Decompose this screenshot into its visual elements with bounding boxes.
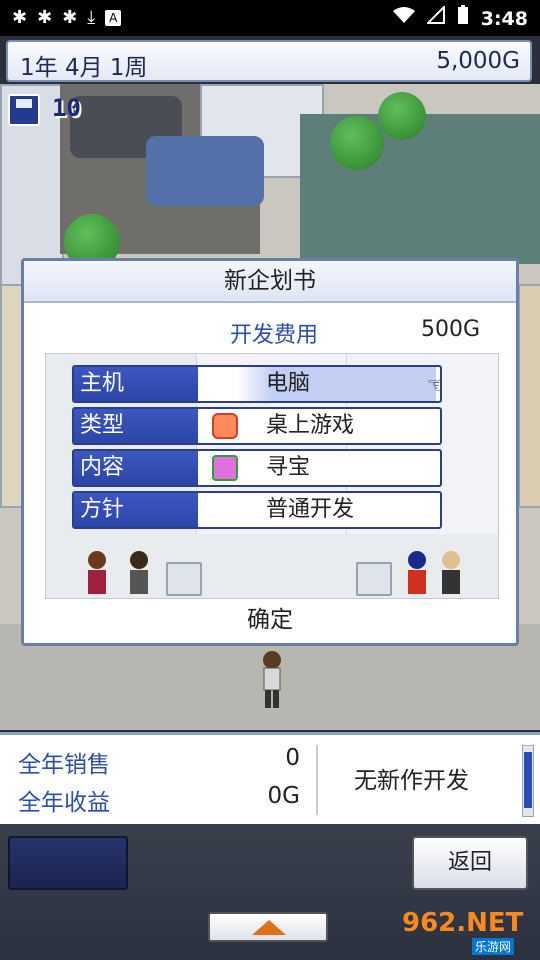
download-icon: ⤓ [87, 7, 96, 28]
top-info-bar: 1年 4月 1周 5,000G [6, 40, 532, 82]
annual-sales-label: 全年销售 [18, 752, 110, 778]
font-icon: A [105, 10, 122, 26]
watermark-text: 962.NET [402, 908, 524, 938]
row-value: 桌上游戏 [202, 409, 436, 443]
computer-icon [166, 562, 202, 596]
new-project-dialog: 新企划书 开发费用 500G 主机 电脑 ☜ 类型 桌上游戏 [21, 258, 519, 646]
annual-sales-value: 0 [285, 745, 300, 771]
wifi-icon [392, 6, 415, 31]
platform-row[interactable]: 主机 电脑 ☜ [72, 365, 442, 403]
building [518, 284, 540, 508]
staff-sprite [88, 551, 106, 594]
cube-icon [212, 455, 238, 481]
character-sprite [263, 651, 281, 708]
stats-panel: 全年销售 0 全年收益 0G 无新作开发 [0, 732, 540, 825]
row-key: 主机 [74, 367, 198, 401]
row-key: 类型 [74, 409, 198, 443]
pointing-hand-icon: ☜ [426, 371, 440, 399]
row-value-text: 桌上游戏 [266, 413, 355, 438]
row-key: 方针 [74, 493, 198, 527]
bug-icon: ✱ [12, 7, 28, 28]
bug-icon: ✱ [37, 7, 53, 28]
row-value-text: 寻宝 [266, 455, 311, 480]
direction-row[interactable]: 方针 普通开发 [72, 491, 442, 529]
watermark-logo: 962.NET 乐游网 [402, 908, 534, 955]
dev-cost-value: 500G [420, 317, 480, 342]
money-label: 5,000G [436, 48, 520, 74]
save-count: 10 [52, 94, 81, 122]
confirm-button[interactable]: 确定 [24, 597, 516, 643]
save-icon[interactable] [8, 94, 40, 126]
row-value: 普通开发 [202, 493, 436, 527]
clock: 3:48 [480, 7, 528, 30]
staff-sprite [408, 551, 426, 594]
row-value-text: 电脑 [266, 371, 311, 396]
no-new-dev-label: 无新作开发 [354, 768, 469, 794]
expand-menu-button[interactable] [208, 912, 328, 942]
status-bar: ✱ ✱ ✱ ⤓ A 3:48 [0, 0, 540, 36]
tree [378, 92, 426, 140]
dialog-title: 新企划书 [24, 261, 516, 303]
annual-revenue-value: 0G [267, 783, 300, 809]
row-value-text: 普通开发 [266, 497, 355, 522]
staff-sprite [442, 551, 460, 594]
date-label: 1年 4月 1周 [20, 55, 148, 81]
staff-sprite [130, 551, 148, 594]
footer: 返回 962.NET 乐游网 [0, 824, 540, 960]
row-key: 内容 [74, 451, 198, 485]
battery-icon [457, 5, 469, 32]
smiley-face-icon [212, 413, 238, 439]
car [146, 136, 264, 206]
back-button[interactable]: 返回 [412, 836, 528, 890]
tree [330, 116, 384, 170]
dev-cost-label: 开发费用 [230, 323, 319, 348]
genre-row[interactable]: 类型 桌上游戏 [72, 407, 442, 445]
arrow-up-icon [252, 920, 286, 935]
computer-icon [356, 562, 392, 596]
signal-icon [425, 4, 445, 31]
theme-row[interactable]: 内容 寻宝 [72, 449, 442, 487]
bug-icon: ✱ [62, 7, 78, 28]
menu-slot[interactable] [8, 836, 128, 890]
row-value: 寻宝 [202, 451, 436, 485]
annual-revenue-label: 全年收益 [18, 790, 110, 816]
scrollbar[interactable] [522, 745, 534, 817]
scroll-thumb[interactable] [524, 752, 532, 808]
watermark-subtext: 乐游网 [472, 938, 515, 955]
row-value: 电脑 [202, 367, 436, 401]
divider [316, 745, 318, 815]
